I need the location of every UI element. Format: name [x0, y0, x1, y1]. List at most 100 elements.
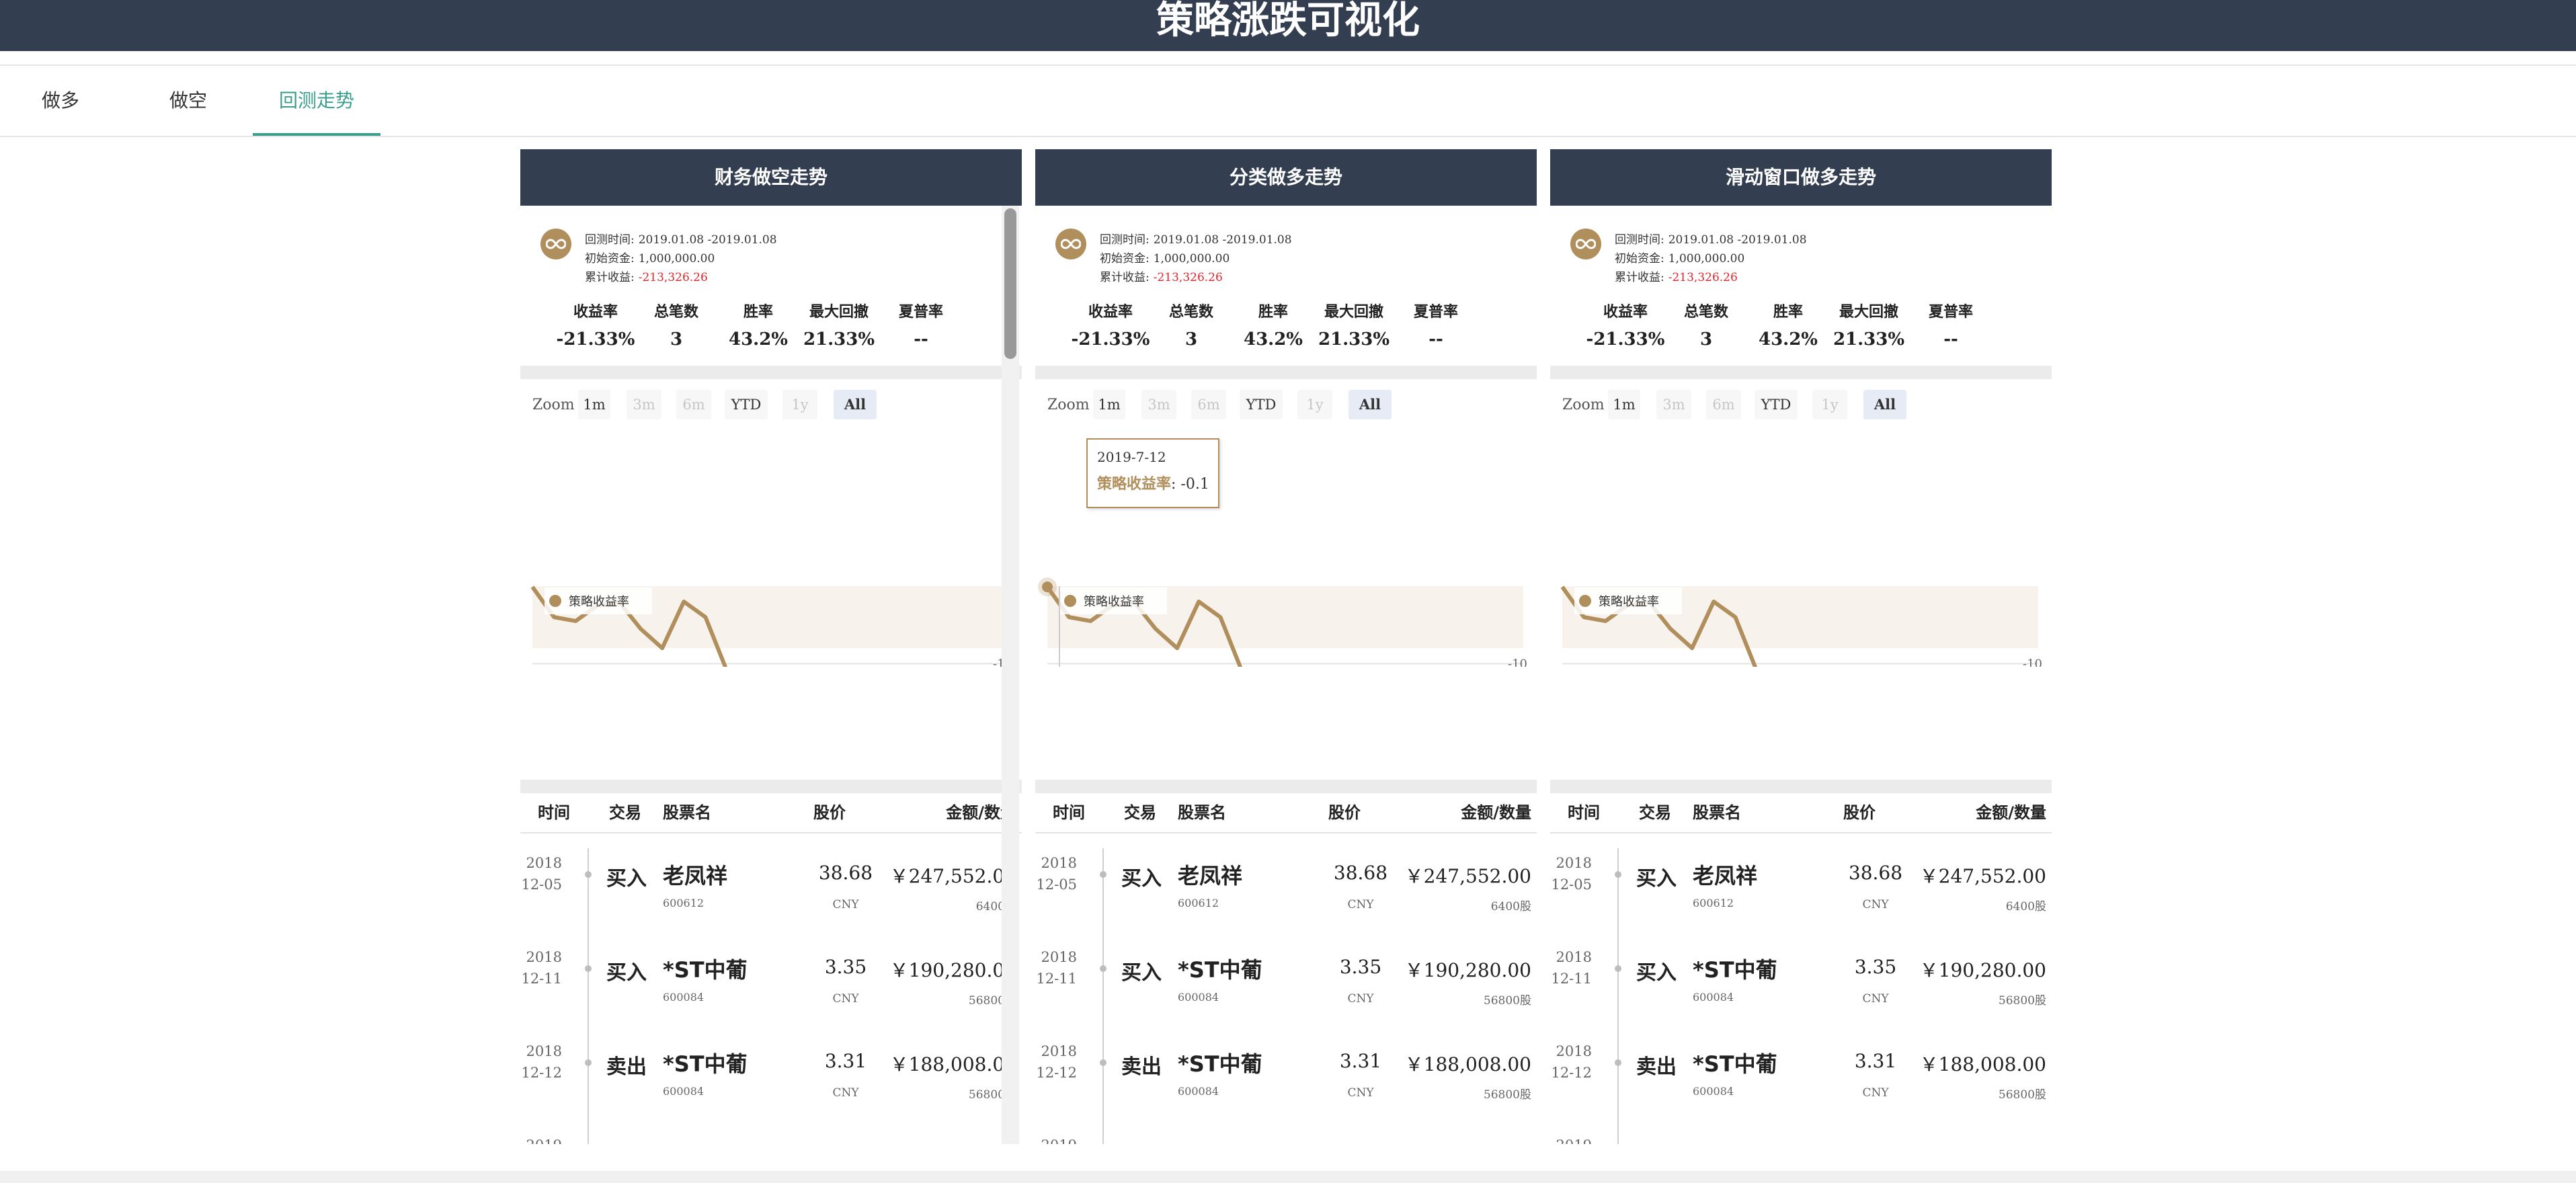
scrollbar-thumb[interactable] — [1004, 208, 1016, 359]
tab-long[interactable]: 做多 — [40, 66, 81, 136]
trade-row[interactable]: 2018 12-12 卖出 *ST中葡 600084 3.31 CNY ￥188,008.00… — [1550, 1036, 2052, 1131]
zoom-button-1m[interactable]: 1m — [578, 390, 610, 419]
zoom-button-6m[interactable]: 6m — [676, 390, 711, 419]
price-currency: CNY — [832, 1086, 859, 1100]
info-label: 初始资金: — [585, 252, 635, 266]
trade-type: 买入 — [1121, 867, 1162, 891]
zoom-button-1y[interactable]: 1y — [1297, 390, 1332, 419]
return-chart[interactable]: -10-20-302019-7-222019-8-52019-8-19策略收益率… — [1550, 425, 2052, 667]
divider — [1550, 366, 2052, 379]
info-label: 回测时间: — [1100, 233, 1150, 247]
tab-backtest[interactable]: 回测走势 — [253, 66, 380, 136]
column-header: 股价 — [1328, 803, 1361, 822]
stat-item: 最大回撤 21.33% — [799, 300, 879, 350]
stock-price: 38.68 — [1333, 862, 1388, 884]
trade-row[interactable]: 2018 12-11 买入 *ST中葡 600084 3.35 CNY ￥190,280.00… — [1035, 942, 1537, 1036]
trade-row[interactable]: 2018 12-05 买入 老凤祥 600612 38.68 CNY ￥247,552.00 6… — [1035, 848, 1537, 942]
timeline-dot — [1615, 1059, 1621, 1066]
panel-title: 滑动窗口做多走势 — [1550, 149, 2052, 206]
stat-item: 总笔数 3 — [1151, 300, 1232, 350]
backtest-summary: 回测时间: 2019.01.08 -2019.01.08 初始资金: 1,000,00… — [1550, 206, 2052, 371]
trade-amount: ￥190,280.00 — [1404, 959, 1531, 981]
trade-table-header: 时间 交易 股票名 股价 金额/数量 — [520, 793, 1022, 833]
strategy-logo-icon — [1055, 229, 1086, 259]
divider — [1035, 780, 1537, 793]
panel-scrollbar[interactable] — [1002, 206, 1019, 1144]
stat-value: 3 — [670, 329, 683, 350]
trade-type: 买入 — [1636, 961, 1677, 985]
trade-table-header: 时间 交易 股票名 股价 金额/数量 — [1035, 793, 1537, 833]
trade-row[interactable]: 2018 12-12 卖出 *ST中葡 600084 3.31 CNY ￥188,008.00… — [1035, 1036, 1537, 1131]
return-chart[interactable]: -10-20-302019-7-222019-8-52019-8-19策略收益率… — [520, 425, 1022, 667]
column-header: 交易 — [1639, 803, 1671, 822]
column-header: 股票名 — [1693, 803, 1741, 822]
zoom-button-3m[interactable]: 3m — [627, 390, 661, 419]
stat-value: 21.33% — [1833, 329, 1905, 350]
trade-row[interactable]: 2018 12-11 买入 *ST中葡 600084 3.35 CNY ￥190,280.00… — [520, 942, 1022, 1036]
panel-title: 财务做空走势 — [520, 149, 1022, 206]
initial-capital: 初始资金: 1,000,000.00 — [1100, 249, 1230, 266]
info-label: 初始资金: — [1615, 252, 1664, 266]
timeline-dot — [585, 871, 592, 878]
trade-type: 买入 — [1636, 867, 1677, 891]
stock-name: *ST中葡 — [1178, 1051, 1262, 1077]
stat-item: 总笔数 3 — [636, 300, 717, 350]
price-currency: CNY — [1347, 898, 1374, 911]
trade-row[interactable]: 2018 12-05 买入 老凤祥 600612 38.68 CNY ￥247,552.00 6… — [520, 848, 1022, 942]
trade-table-header: 时间 交易 股票名 股价 金额/数量 — [1550, 793, 2052, 833]
zoom-button-1m[interactable]: 1m — [1608, 390, 1640, 419]
stock-price: 3.35 — [824, 956, 867, 978]
column-header: 时间 — [1053, 803, 1085, 822]
backtest-period: 回测时间: 2019.01.08 -2019.01.08 — [1100, 230, 1292, 247]
trade-row[interactable]: 2018 12-05 买入 老凤祥 600612 38.68 CNY ￥247,552.00 6… — [1550, 848, 2052, 942]
trade-type: 买入 — [1121, 961, 1162, 985]
trade-type: 卖出 — [1121, 1055, 1162, 1079]
stock-name: 老凤祥 — [1693, 863, 1758, 889]
trade-row[interactable]: 2018 12-11 买入 *ST中葡 600084 3.35 CNY ￥190,280.00… — [1550, 942, 2052, 1036]
zoom-button-ytd[interactable]: YTD — [725, 390, 768, 419]
trade-year: 2018 — [526, 855, 562, 871]
info-label: 累计收益: — [585, 271, 635, 284]
tab-short[interactable]: 做空 — [168, 66, 208, 136]
trade-year: 2018 — [526, 949, 562, 965]
trade-row[interactable]: 2018 12-12 卖出 *ST中葡 600084 3.31 CNY ￥188,008.00… — [520, 1036, 1022, 1131]
initial-capital: 初始资金: 1,000,000.00 — [585, 249, 715, 266]
trade-row[interactable]: 2019 — [1035, 1131, 1537, 1144]
stock-code: 600084 — [1693, 1085, 1734, 1098]
zoom-button-ytd[interactable]: YTD — [1755, 390, 1798, 419]
stock-code: 600612 — [1178, 897, 1219, 909]
price-currency: CNY — [1862, 1086, 1889, 1100]
column-header: 时间 — [1568, 803, 1600, 822]
divider — [520, 366, 1022, 379]
trade-row[interactable]: 2019 — [520, 1131, 1022, 1144]
zoom-button-all[interactable]: All — [1863, 390, 1906, 419]
stat-value: -21.33% — [556, 329, 635, 350]
stat-item: 胜率 43.2% — [718, 300, 799, 350]
stat-label: 收益率 — [1088, 304, 1133, 321]
backtest-summary: 回测时间: 2019.01.08 -2019.01.08 初始资金: 1,000,00… — [1035, 206, 1537, 371]
zoom-button-ytd[interactable]: YTD — [1240, 390, 1283, 419]
trade-year: 2019 — [1035, 1137, 1077, 1144]
zoom-button-1y[interactable]: 1y — [782, 390, 817, 419]
zoom-button-6m[interactable]: 6m — [1191, 390, 1226, 419]
zoom-button-all[interactable]: All — [834, 390, 877, 419]
zoom-button-6m[interactable]: 6m — [1706, 390, 1741, 419]
app-header: 策略涨跌可视化 — [0, 0, 2576, 51]
stat-item: 收益率 -21.33% — [1585, 300, 1666, 350]
trade-year: 2018 — [1041, 1043, 1077, 1059]
zoom-button-1m[interactable]: 1m — [1093, 390, 1125, 419]
legend-marker — [1064, 595, 1076, 607]
info-value: 1,000,000.00 — [1668, 252, 1745, 266]
stock-code: 600084 — [663, 991, 705, 1004]
zoom-button-3m[interactable]: 3m — [1656, 390, 1691, 419]
legend-label: 策略收益率 — [1084, 595, 1144, 609]
stock-code: 600084 — [1178, 1085, 1219, 1098]
zoom-button-1y[interactable]: 1y — [1812, 390, 1847, 419]
stock-name: *ST中葡 — [663, 1051, 748, 1077]
trade-row[interactable]: 2019 — [1550, 1131, 2052, 1144]
strategy-panel: 财务做空走势 回测时间: 2019.01.08 -2019.01.08 初始资金: 1,… — [520, 149, 1022, 1144]
price-currency: CNY — [1862, 898, 1889, 911]
zoom-button-all[interactable]: All — [1349, 390, 1392, 419]
stock-name: *ST中葡 — [663, 957, 748, 983]
zoom-button-3m[interactable]: 3m — [1141, 390, 1176, 419]
